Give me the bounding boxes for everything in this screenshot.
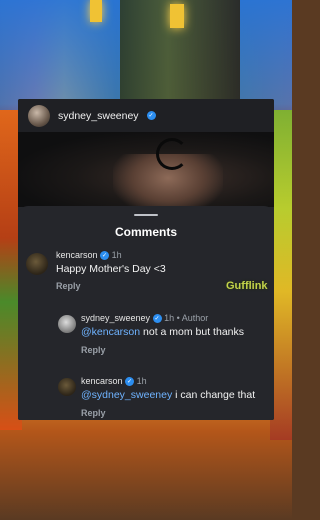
comment-header: kencarson ✓ 1h [56,250,122,261]
comment-body: i can change that [172,389,256,401]
post-image[interactable] [18,132,274,214]
comment-header: kencarson ✓ 1h [81,376,147,387]
instagram-post-card: sydney_sweeney ✓ Comments kencarson ✓ 1h… [18,99,274,420]
comment-username[interactable]: kencarson [56,250,98,260]
comment-avatar[interactable] [58,378,76,396]
verified-badge-icon: ✓ [146,111,156,120]
comment-body: not a mom but thanks [140,326,244,338]
post-username[interactable]: sydney_sweeney [58,110,139,122]
comment-text: Happy Mother's Day <3 [56,263,166,275]
comment-header: sydney_sweeney ✓ 1h • Author [81,313,209,324]
post-header: sydney_sweeney ✓ [18,99,274,132]
sheet-grabber-handle[interactable] [134,214,158,216]
mention-link[interactable]: @kencarson [81,326,140,338]
comments-title: Comments [114,225,177,239]
reply-button[interactable]: Reply [81,408,106,418]
post-image-hair-curl [156,138,188,170]
background-lamp [90,0,102,22]
post-avatar[interactable] [28,104,50,127]
comment-text: @sydney_sweeney i can change that [81,389,255,401]
reply-button[interactable]: Reply [81,345,106,355]
comment-username[interactable]: kencarson [81,376,123,386]
reply-button[interactable]: Reply [56,281,81,291]
comment-time: 1h [111,250,122,260]
background-lamp [170,4,184,28]
comment-avatar[interactable] [26,253,48,275]
verified-badge-icon: ✓ [125,377,135,387]
mention-link[interactable]: @sydney_sweeney [81,389,172,401]
author-tag: • Author [176,313,209,323]
verified-badge-icon: ✓ [152,314,162,324]
comment-text: @kencarson not a mom but thanks [81,326,244,338]
comments-sheet: Comments kencarson ✓ 1h Happy Mother's D… [18,206,274,420]
comment-time: 1h [164,313,175,323]
comment-time: 1h [136,376,147,386]
verified-badge-icon: ✓ [100,251,110,261]
comment-username[interactable]: sydney_sweeney [81,313,150,323]
comment-avatar[interactable] [58,315,76,333]
watermark-text: Gufflink [226,280,268,292]
